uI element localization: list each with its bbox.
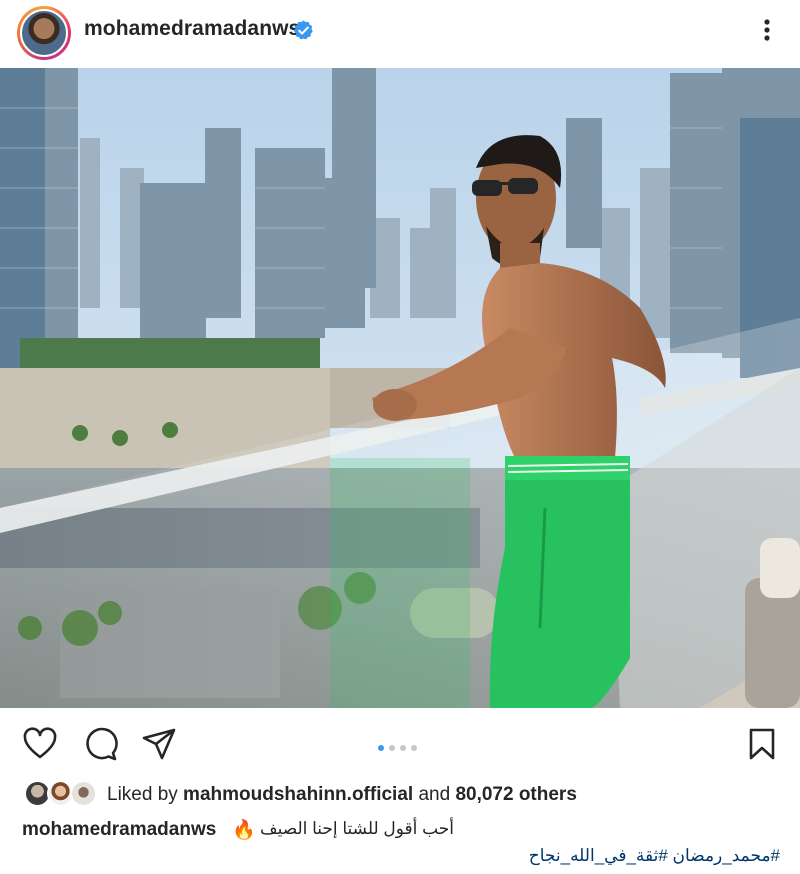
carousel-dot [389, 745, 395, 751]
carousel-dot [400, 745, 406, 751]
caption-hashtags[interactable]: #محمد_رمضان #ثقة_في_الله_نجاح [0, 846, 780, 872]
carousel-dot [378, 745, 384, 751]
post-header: mohamedramadanws [0, 0, 800, 68]
action-bar [0, 708, 800, 778]
send-icon[interactable] [141, 726, 177, 762]
liker-avatar[interactable] [70, 780, 97, 807]
likes-suffix: and [413, 784, 456, 805]
heart-icon[interactable] [22, 726, 58, 762]
caption-text: أحب أقول للشتا إحنا الصيف [260, 819, 454, 838]
bookmark-icon[interactable] [744, 726, 780, 762]
post-username[interactable]: mohamedramadanws [84, 17, 300, 41]
verified-badge-icon [294, 20, 313, 40]
comment-icon[interactable] [82, 726, 118, 762]
likes-text: Liked by mahmoudshahinn.official and 80,… [107, 784, 577, 806]
photo-scene [0, 68, 800, 708]
more-vertical-icon[interactable] [752, 14, 782, 46]
likes-prefix: Liked by [107, 784, 184, 805]
liker-username[interactable]: mahmoudshahinn.official [183, 784, 413, 805]
carousel-indicator [378, 745, 417, 751]
story-ring[interactable] [17, 6, 71, 60]
likes-count[interactable]: 80,072 others [455, 784, 576, 805]
post-photo[interactable] [0, 68, 800, 708]
caption-username[interactable]: mohamedramadanws [22, 819, 216, 841]
fire-emoji: 🔥 [232, 820, 256, 841]
carousel-dot [411, 745, 417, 751]
likes-row[interactable]: Liked by mahmoudshahinn.official and 80,… [0, 778, 800, 812]
avatar[interactable] [20, 9, 68, 57]
caption: mohamedramadanws 🔥 أحب أقول للشتا إحنا ا… [0, 816, 800, 846]
